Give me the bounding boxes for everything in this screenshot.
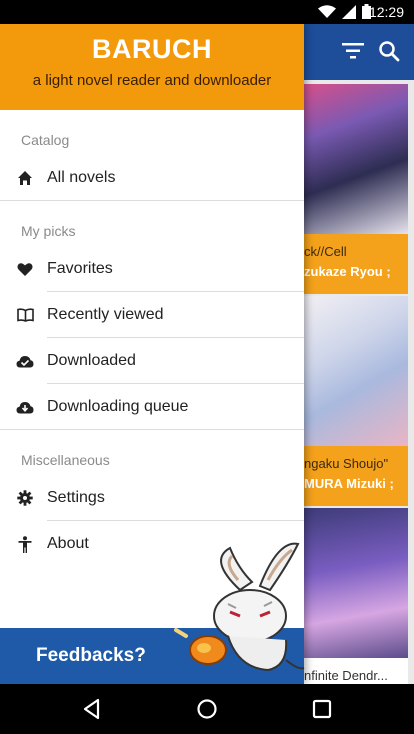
drawer-item-favorites[interactable]: Favorites [0, 246, 304, 292]
novel-title: ngaku Shoujo" [304, 456, 389, 471]
drawer-item-label: All novels [47, 169, 116, 186]
drawer-item-settings[interactable]: Settings [0, 475, 304, 521]
section-label-catalog: Catalog [21, 132, 70, 148]
drawer-item-label: Favorites [47, 260, 113, 277]
novel-author: MURA Mizuki ; [304, 476, 394, 491]
novel-cover [300, 296, 408, 446]
novel-author: zukaze Ryou ; [304, 264, 391, 279]
person-icon [16, 535, 34, 553]
back-icon[interactable] [80, 697, 104, 721]
novel-title: ck//Cell [304, 244, 347, 259]
novel-card[interactable]: ck//Cell zukaze Ryou ; [300, 84, 408, 294]
drawer-item-all-novels[interactable]: All novels [0, 155, 304, 201]
heart-icon [16, 260, 34, 278]
signal-icon [342, 5, 356, 19]
home-button-icon[interactable] [195, 697, 219, 721]
filter-icon[interactable] [342, 42, 364, 60]
clock: 12:29 [368, 4, 404, 20]
feedback-label: Feedbacks? [36, 645, 146, 666]
gear-icon [16, 489, 34, 507]
home-icon [16, 169, 34, 187]
novel-card[interactable]: nfinite Dendr... [300, 508, 408, 684]
mascot-illustration [174, 542, 305, 672]
book-open-icon [16, 306, 34, 324]
drawer-item-downloading-queue[interactable]: Downloading queue [0, 384, 304, 430]
app-subtitle: a light novel reader and downloader [32, 72, 272, 89]
recents-icon[interactable] [310, 697, 334, 721]
drawer-item-label: About [47, 535, 89, 552]
drawer-item-downloaded[interactable]: Downloaded [0, 338, 304, 384]
search-icon[interactable] [378, 40, 400, 62]
cloud-check-icon [16, 352, 34, 370]
drawer-item-label: Settings [47, 489, 105, 506]
section-label-my-picks: My picks [21, 223, 76, 239]
novel-cover [300, 84, 408, 234]
drawer-item-label: Downloaded [47, 352, 136, 369]
divider [0, 200, 304, 201]
drawer-item-recently-viewed[interactable]: Recently viewed [0, 292, 304, 338]
app-title: BARUCH [92, 34, 212, 64]
drawer-item-label: Downloading queue [47, 398, 189, 415]
system-navigation-bar [0, 684, 414, 734]
wifi-icon [318, 5, 336, 18]
section-label-miscellaneous: Miscellaneous [21, 452, 110, 468]
status-bar: 12:29 [0, 0, 414, 24]
drawer-header: BARUCH a light novel reader and download… [0, 24, 304, 110]
novel-card[interactable]: ngaku Shoujo" MURA Mizuki ; [300, 296, 408, 506]
novel-title: nfinite Dendr... [300, 660, 408, 684]
novel-cover [300, 508, 408, 658]
cloud-download-icon [16, 398, 34, 416]
divider [0, 429, 304, 430]
novel-caption: ck//Cell zukaze Ryou ; [300, 234, 408, 294]
drawer-item-label: Recently viewed [47, 306, 164, 323]
novel-grid: ck//Cell zukaze Ryou ; ngaku Shoujo" MUR… [300, 80, 414, 684]
novel-caption: ngaku Shoujo" MURA Mizuki ; [300, 446, 408, 506]
